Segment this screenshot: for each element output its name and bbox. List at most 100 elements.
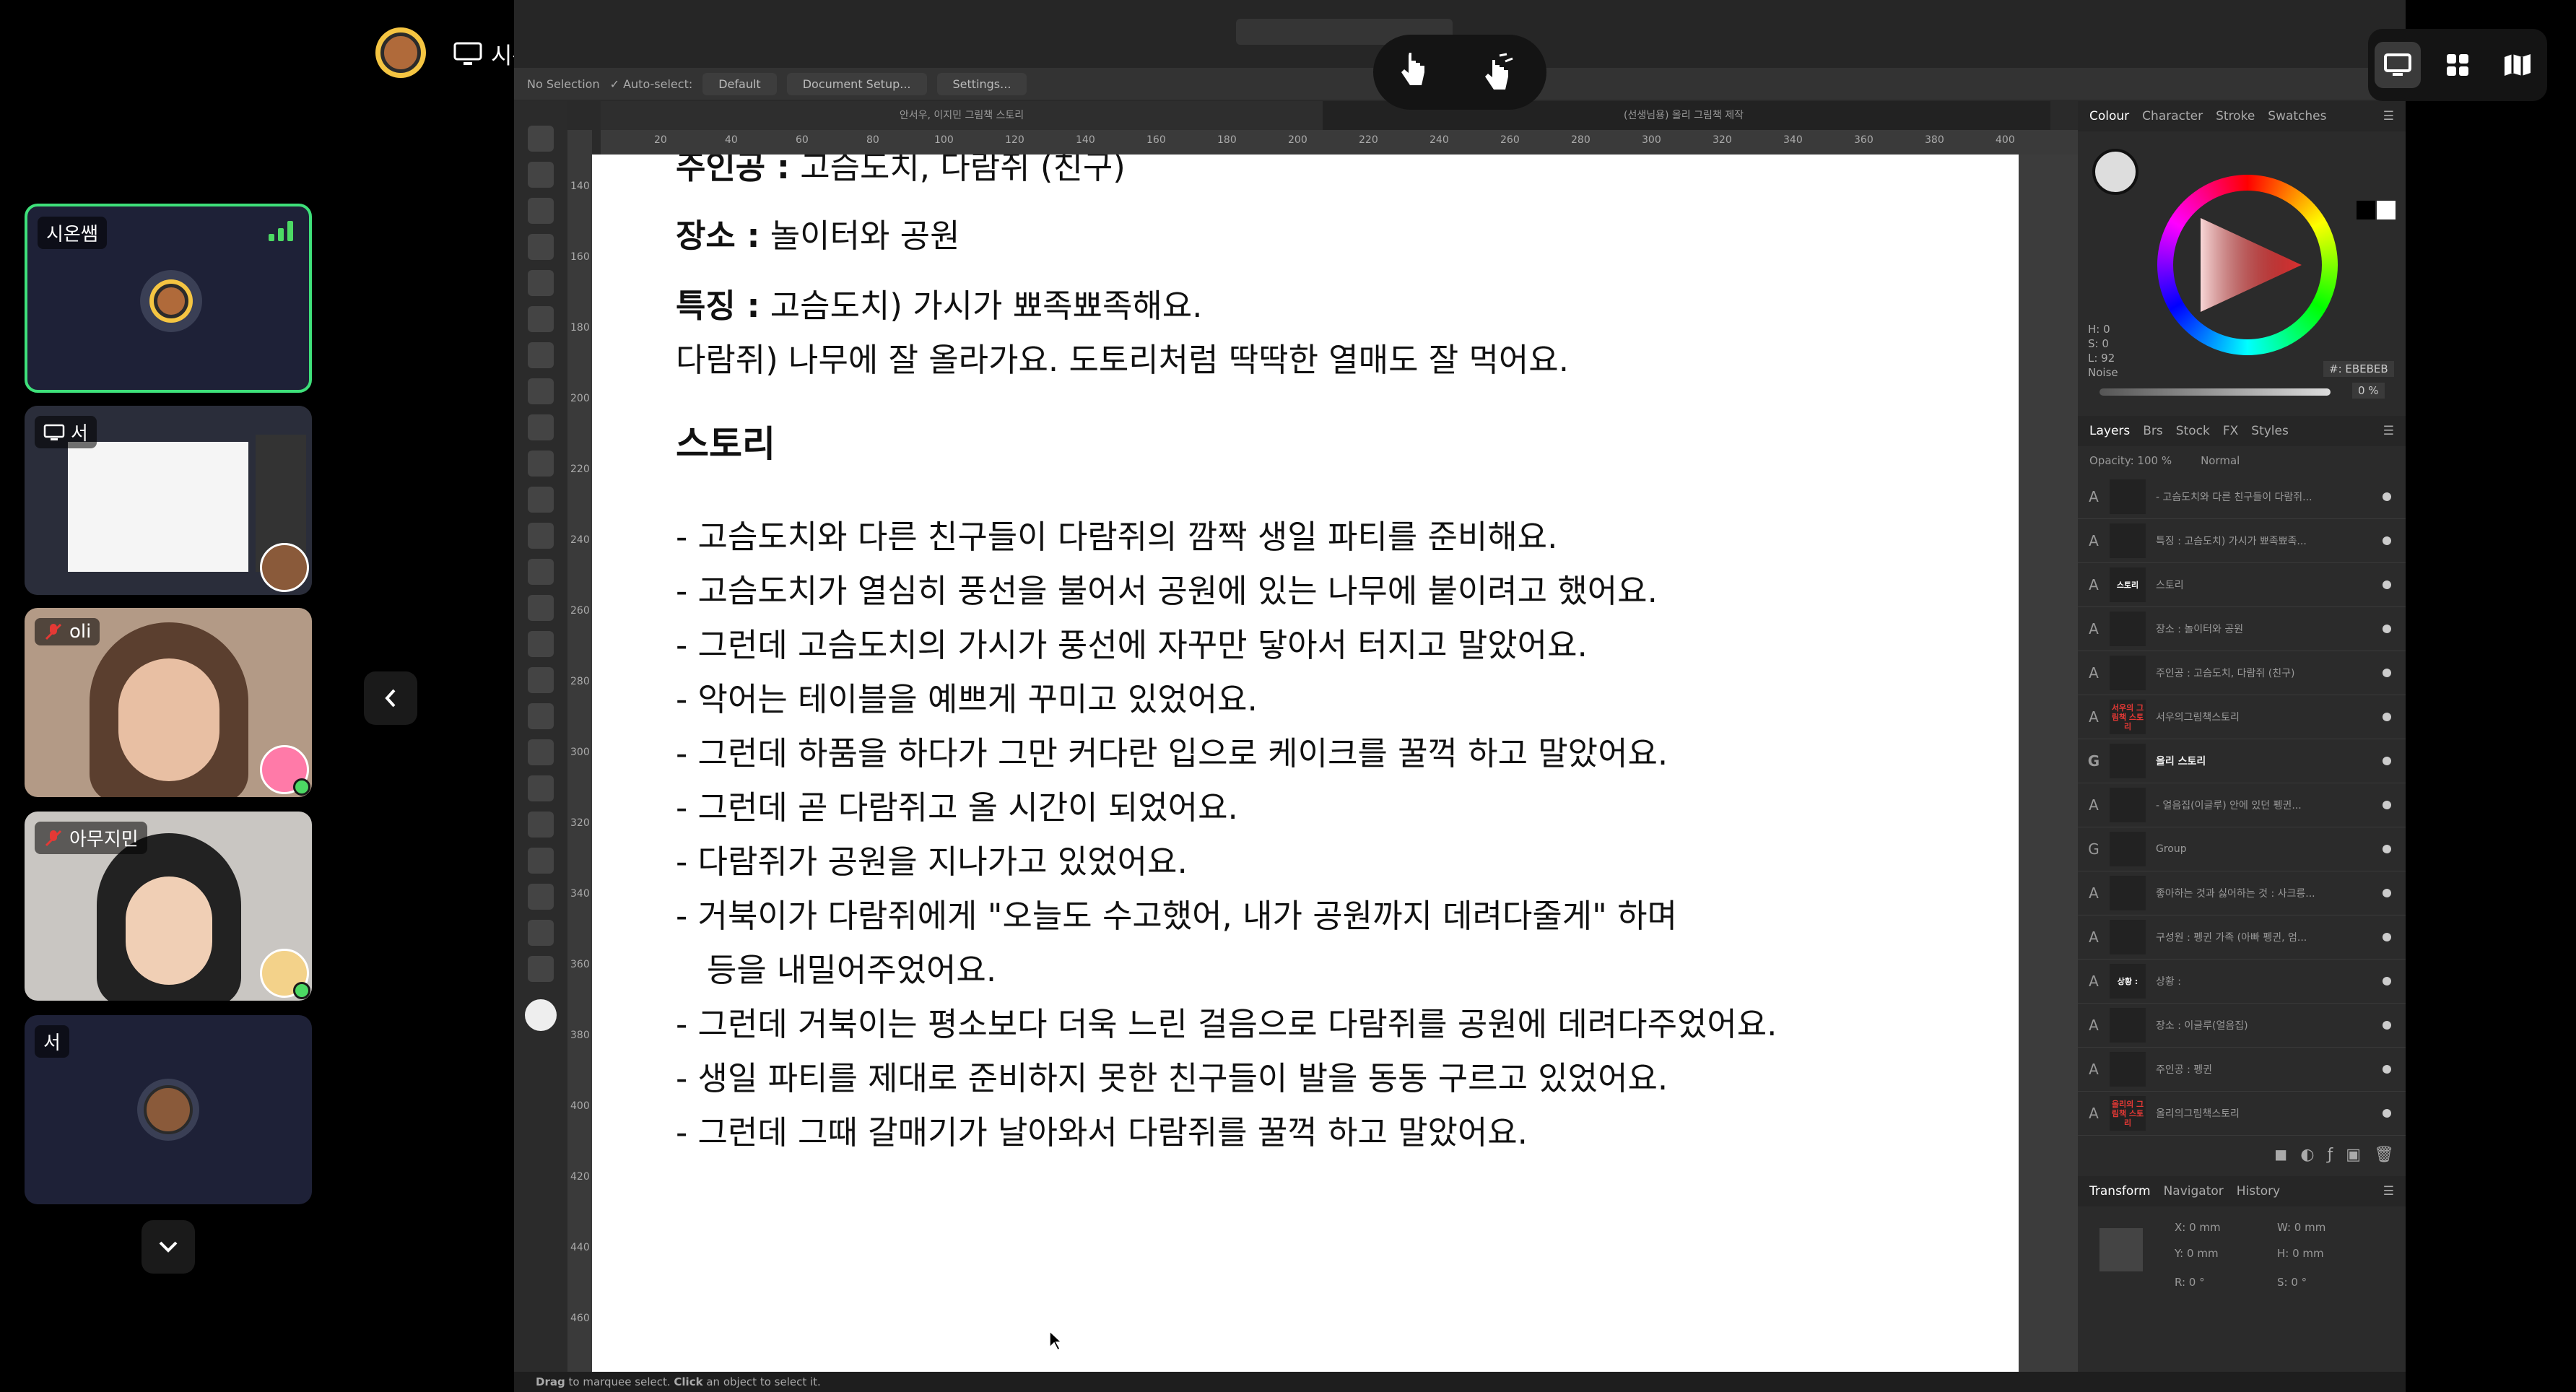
visibility-icon[interactable] — [2383, 977, 2391, 986]
visibility-icon[interactable] — [2383, 1065, 2391, 1074]
ruler-tool-icon[interactable] — [528, 920, 554, 946]
layer-row[interactable]: A 장소 : 이글루(얼음집) — [2078, 1004, 2406, 1048]
settings-button[interactable]: Settings... — [936, 72, 1027, 95]
spiral-tool-icon[interactable] — [528, 667, 554, 693]
story-line[interactable]: - 그런데 거북이는 평소보다 더욱 느린 걸음으로 다람쥐를 공원에 데려다주… — [676, 997, 2019, 1051]
layer-row[interactable]: A 특징 : 고슴도치) 가시가 뾰족뾰족... — [2078, 519, 2406, 563]
layer-row[interactable]: A 좋아하는 것과 싫어하는 것 : 사크릉... — [2078, 871, 2406, 915]
add-layer-icon[interactable]: ▣ — [2346, 1146, 2361, 1164]
document-setup-button[interactable]: Document Setup... — [786, 72, 927, 95]
rectangle-tool-icon[interactable] — [528, 595, 554, 621]
y-field[interactable]: Y: 0 mm — [2175, 1247, 2219, 1260]
control-request-icon[interactable] — [1478, 53, 1521, 92]
noise-value-field[interactable]: 0 % — [2352, 383, 2385, 399]
tab-transform[interactable]: Transform — [2089, 1184, 2151, 1199]
width-field[interactable]: W: 0 mm — [2277, 1221, 2325, 1234]
panel-menu-icon[interactable]: ☰ — [2383, 109, 2394, 123]
document-page[interactable]: 주인공 : 고슴도치, 다람쥐 (친구) 장소 : 놀이터와 공원 특징 : 고… — [592, 155, 2019, 1372]
collapse-panel-button[interactable] — [364, 671, 417, 725]
story-line[interactable]: - 다람쥐가 공원을 지나가고 있었어요. — [676, 835, 2019, 889]
visibility-icon[interactable] — [2383, 580, 2391, 589]
layer-row[interactable]: A- 고슴도치와 다른 친구들이 다람쥐... — [2078, 475, 2406, 519]
pointer-hand-icon[interactable] — [1398, 53, 1427, 92]
colour-wheel[interactable] — [2157, 175, 2338, 355]
white-swatch[interactable] — [2377, 201, 2396, 219]
panel-menu-icon[interactable]: ☰ — [2383, 1184, 2394, 1199]
visibility-icon[interactable] — [2383, 492, 2391, 501]
place-line[interactable]: 장소 : 놀이터와 공원 — [676, 209, 2019, 263]
auto-select-dropdown[interactable]: Default — [702, 72, 777, 95]
fill-swatch[interactable] — [2092, 149, 2138, 195]
participant-tile-1[interactable]: 시온쌤 — [25, 204, 312, 393]
donut-tool-icon[interactable] — [528, 703, 554, 729]
document-tab-1[interactable]: 안서우, 이지민 그림책 스토리 — [601, 101, 1323, 130]
tab-fx[interactable]: FX — [2223, 424, 2238, 438]
visibility-icon[interactable] — [2383, 933, 2391, 941]
visibility-icon[interactable] — [2383, 889, 2391, 897]
anchor-selector[interactable] — [2099, 1228, 2143, 1271]
tab-brushes[interactable]: Brs — [2143, 424, 2163, 438]
pencil-tool-icon[interactable] — [528, 342, 554, 368]
flood-tool-icon[interactable] — [528, 775, 554, 801]
eyedropper-tool-icon[interactable] — [528, 812, 554, 838]
story-line[interactable]: - 고슴도치가 열심히 풍선을 불어서 공원에 있는 나무에 붙이려고 했어요. — [676, 564, 2019, 618]
tab-history[interactable]: History — [2237, 1184, 2280, 1199]
fill-tool-icon[interactable] — [528, 451, 554, 477]
story-text-frame[interactable]: 주인공 : 고슴도치, 다람쥐 (친구) 장소 : 놀이터와 공원 특징 : 고… — [676, 155, 2019, 1160]
layer-row[interactable]: A 장소 : 놀이터와 공원 — [2078, 607, 2406, 651]
feature-line-2[interactable]: 다람쥐) 나무에 잘 올라가요. 도토리처럼 딱딱한 열매도 잘 먹어요. — [676, 333, 2019, 387]
ellipse-tool-icon[interactable] — [528, 631, 554, 657]
tab-styles[interactable]: Styles — [2251, 424, 2289, 438]
layer-row[interactable]: A 주인공 : 펭귄 — [2078, 1048, 2406, 1092]
layer-row[interactable]: A- 얼음집(이글루) 안에 있던 펭귄... — [2078, 783, 2406, 827]
participant-tile-3[interactable]: oli — [25, 608, 312, 797]
colour-triangle[interactable] — [2186, 204, 2309, 326]
feature-line[interactable]: 특징 : 고슴도치) 가시가 뾰족뾰족해요. — [676, 279, 2019, 333]
layer-row[interactable]: A 올리의 그림책 스토리 올리의그림책스토리 — [2078, 1092, 2406, 1136]
pixel-brush-icon[interactable] — [528, 414, 554, 440]
grid-view-button[interactable] — [2434, 42, 2481, 88]
zoom-tool-icon[interactable] — [528, 956, 554, 982]
blend-mode-dropdown[interactable]: Normal — [2201, 454, 2240, 467]
paint-tool-icon[interactable] — [528, 270, 554, 296]
scroll-down-button[interactable] — [142, 1220, 195, 1274]
black-swatch[interactable] — [2357, 201, 2375, 219]
tab-character[interactable]: Character — [2142, 109, 2203, 123]
shape-tool-icon[interactable] — [528, 739, 554, 765]
fill-color-swatch[interactable] — [525, 999, 557, 1031]
story-line[interactable]: - 거북이가 다람쥐에게 "오늘도 수고했어, 내가 공원까지 데려다줄게" 하… — [676, 889, 2019, 943]
fx-icon[interactable]: ƒ — [2328, 1146, 2333, 1164]
visibility-icon[interactable] — [2383, 801, 2391, 809]
rotation-field[interactable]: R: 0 ° — [2175, 1276, 2205, 1289]
story-line[interactable]: - 그런데 하품을 하다가 그만 커다란 입으로 케이크를 꿀꺽 하고 말았어요… — [676, 726, 2019, 780]
height-field[interactable]: H: 0 mm — [2277, 1247, 2324, 1260]
story-line[interactable]: - 악어는 테이블을 예쁘게 꾸미고 있었어요. — [676, 672, 2019, 726]
transparency-tool-icon[interactable] — [528, 487, 554, 513]
noise-slider[interactable] — [2099, 388, 2331, 396]
corner-tool-icon[interactable] — [528, 234, 554, 260]
move-tool-icon[interactable] — [528, 126, 554, 152]
layer-group-row[interactable]: G Group — [2078, 827, 2406, 871]
visibility-icon[interactable] — [2383, 757, 2391, 765]
screen-view-button[interactable] — [2375, 42, 2421, 88]
visibility-icon[interactable] — [2383, 1021, 2391, 1030]
visibility-icon[interactable] — [2383, 536, 2391, 545]
visibility-icon[interactable] — [2383, 669, 2391, 677]
story-line[interactable]: 등을 내밀어주었어요. — [676, 943, 2019, 997]
layer-row[interactable]: A 서우의 그림책 스토리 서우의그림책스토리 — [2078, 695, 2406, 739]
adjustment-icon[interactable]: ◐ — [2300, 1146, 2314, 1164]
crop-tool-icon[interactable] — [528, 559, 554, 585]
pen-tool-icon[interactable] — [528, 306, 554, 332]
hex-field[interactable]: #: EBEBEB — [2323, 361, 2394, 377]
participant-tile-2-screen-share[interactable]: 서 — [25, 406, 312, 595]
story-line[interactable]: - 고슴도치와 다른 친구들이 다람쥐의 깜짝 생일 파티를 준비해요. — [676, 510, 2019, 564]
story-heading[interactable]: 스토리 — [676, 412, 2019, 477]
x-field[interactable]: X: 0 mm — [2175, 1221, 2221, 1234]
visibility-icon[interactable] — [2383, 1109, 2391, 1118]
story-line[interactable]: - 그런데 고슴도치의 가시가 풍선에 자꾸만 닿아서 터지고 말았어요. — [676, 618, 2019, 672]
tab-swatches[interactable]: Swatches — [2268, 109, 2326, 123]
delete-layer-icon[interactable]: 🗑 — [2374, 1146, 2394, 1164]
image-tool-icon[interactable] — [528, 523, 554, 549]
story-line[interactable]: - 그런데 곧 다람쥐고 올 시간이 되었어요. — [676, 780, 2019, 835]
node-tool-icon[interactable] — [528, 198, 554, 224]
